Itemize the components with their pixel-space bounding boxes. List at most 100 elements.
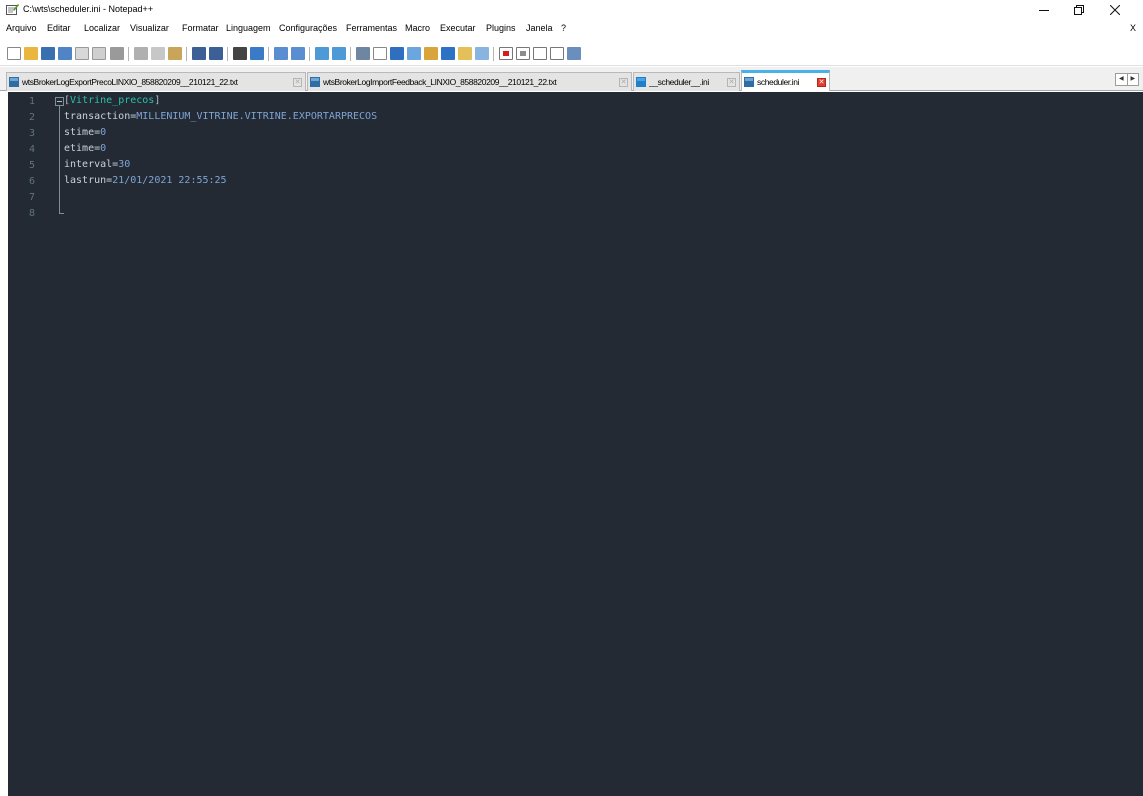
undo-icon[interactable] [192, 47, 206, 60]
code-line-lastrun: lastrun=21/01/2021 22:55:25 [64, 175, 227, 186]
section-name: Vitrine_precos [70, 95, 155, 106]
tab-close-icon[interactable]: ✕ [817, 77, 826, 87]
sync-horizontal-icon[interactable] [332, 47, 346, 60]
minimize-icon [1039, 10, 1049, 11]
function-list-icon[interactable] [441, 47, 455, 60]
tab-label: wtsBrokerLogImportFeedback_LINXIO_858820… [323, 77, 557, 87]
udl-icon[interactable] [407, 47, 421, 60]
show-all-chars-icon[interactable] [373, 47, 387, 60]
entry-key: stime [64, 127, 95, 138]
copy-icon[interactable] [151, 47, 165, 60]
menu-plugins[interactable]: Plugins [486, 23, 516, 33]
close-icon [1110, 5, 1120, 15]
code-line-interval: interval=30 [64, 159, 130, 170]
redo-icon[interactable] [209, 47, 223, 60]
menu-janela[interactable]: Janela [526, 23, 553, 33]
close-icon[interactable] [75, 47, 89, 60]
restore-icon [1074, 5, 1084, 15]
menu-configuracoes[interactable]: Configurações [279, 23, 337, 33]
close-document-button[interactable]: X [1130, 23, 1136, 33]
toolbar-separator [309, 47, 310, 61]
doc-map-icon[interactable] [424, 47, 438, 60]
title-bar: C:\wts\scheduler.ini - Notepad++ [0, 0, 1143, 20]
menu-linguagem[interactable]: Linguagem [226, 23, 271, 33]
line-number: 2 [28, 112, 35, 123]
zoom-out-icon[interactable] [291, 47, 305, 60]
save-macro-icon[interactable] [567, 47, 581, 60]
fold-end-marker [59, 213, 64, 214]
line-number: 8 [28, 208, 35, 219]
tab-export-preco-log[interactable]: wtsBrokerLogExportPrecoLINXIO_858820209_… [6, 72, 306, 91]
cut-icon[interactable] [134, 47, 148, 60]
monitoring-icon[interactable] [475, 47, 489, 60]
paste-icon[interactable] [168, 47, 182, 60]
tab-scroll-left-icon[interactable]: ◀ [1116, 74, 1127, 85]
folder-workspace-icon[interactable] [458, 47, 472, 60]
toolbar-separator [128, 47, 129, 61]
close-all-icon[interactable] [92, 47, 106, 60]
tab-scheduler-underscored[interactable]: __scheduler__.ini ✕ [633, 72, 740, 91]
entry-value: 0 [100, 143, 107, 154]
open-file-icon[interactable] [24, 47, 38, 60]
stop-record-icon[interactable] [516, 47, 530, 60]
restore-button[interactable] [1062, 0, 1096, 20]
sync-vertical-icon[interactable] [315, 47, 329, 60]
code-line-etime: etime=0 [64, 143, 106, 154]
fold-guide-line [59, 106, 60, 213]
line-number: 1 [28, 96, 35, 107]
entry-value: 21/01/2021 22:55:25 [112, 175, 227, 186]
menu-formatar[interactable]: Formatar [182, 23, 219, 33]
section-close-bracket: ] [154, 95, 161, 106]
tab-label: wtsBrokerLogExportPrecoLINXIO_858820209_… [22, 77, 238, 87]
menu-editar[interactable]: Editar [47, 23, 71, 33]
menu-help[interactable]: ? [561, 23, 566, 33]
close-window-button[interactable] [1098, 0, 1132, 20]
indent-guide-icon[interactable] [390, 47, 404, 60]
code-line-stime: stime=0 [64, 127, 106, 138]
save-icon[interactable] [41, 47, 55, 60]
play-macro-icon[interactable] [533, 47, 547, 60]
fold-toggle-icon[interactable] [55, 97, 64, 106]
tab-close-icon[interactable]: ✕ [293, 77, 302, 87]
replace-icon[interactable] [250, 47, 264, 60]
new-file-icon[interactable] [7, 47, 21, 60]
line-number: 3 [28, 128, 35, 139]
tab-import-feedback-log[interactable]: wtsBrokerLogImportFeedback_LINXIO_858820… [307, 72, 632, 91]
toolbar-separator [350, 47, 351, 61]
toolbar [0, 36, 1143, 66]
record-macro-icon[interactable] [499, 47, 513, 60]
menu-macro[interactable]: Macro [405, 23, 430, 33]
toolbar-separator [268, 47, 269, 61]
print-icon[interactable] [110, 47, 124, 60]
entry-key: lastrun [64, 175, 107, 186]
toolbar-separator [227, 47, 228, 61]
tab-close-icon[interactable]: ✕ [619, 77, 628, 87]
saved-file-icon [9, 77, 19, 87]
save-all-icon[interactable] [58, 47, 72, 60]
menu-arquivo[interactable]: Arquivo [6, 23, 37, 33]
line-number: 7 [28, 192, 35, 203]
tab-scheduler-ini[interactable]: scheduler.ini ✕ [741, 70, 830, 91]
entry-key: etime [64, 143, 95, 154]
menu-ferramentas[interactable]: Ferramentas [346, 23, 397, 33]
editor-area[interactable]: 1 2 3 4 5 6 7 8 [Vitrine_precos] transac… [8, 92, 1143, 796]
line-number: 5 [28, 160, 35, 171]
menu-localizar[interactable]: Localizar [84, 23, 120, 33]
minimize-button[interactable] [1027, 0, 1061, 20]
code-line-section: [Vitrine_precos] [64, 95, 160, 106]
tab-label: scheduler.ini [757, 77, 800, 87]
line-number-gutter: 1 2 3 4 5 6 7 8 [8, 92, 48, 796]
menu-visualizar[interactable]: Visualizar [130, 23, 169, 33]
line-number: 4 [28, 144, 35, 155]
menu-executar[interactable]: Executar [440, 23, 476, 33]
entry-key: interval [64, 159, 113, 170]
find-icon[interactable] [233, 47, 247, 60]
tab-scroll-buttons: ◀ ▶ [1115, 73, 1139, 86]
code-line-transaction: transaction=MILLENIUM_VITRINE.VITRINE.EX… [64, 111, 377, 122]
toolbar-separator [493, 47, 494, 61]
run-macro-multiple-icon[interactable] [550, 47, 564, 60]
word-wrap-icon[interactable] [356, 47, 370, 60]
tab-close-icon[interactable]: ✕ [727, 77, 736, 87]
tab-scroll-right-icon[interactable]: ▶ [1126, 74, 1139, 85]
zoom-in-icon[interactable] [274, 47, 288, 60]
